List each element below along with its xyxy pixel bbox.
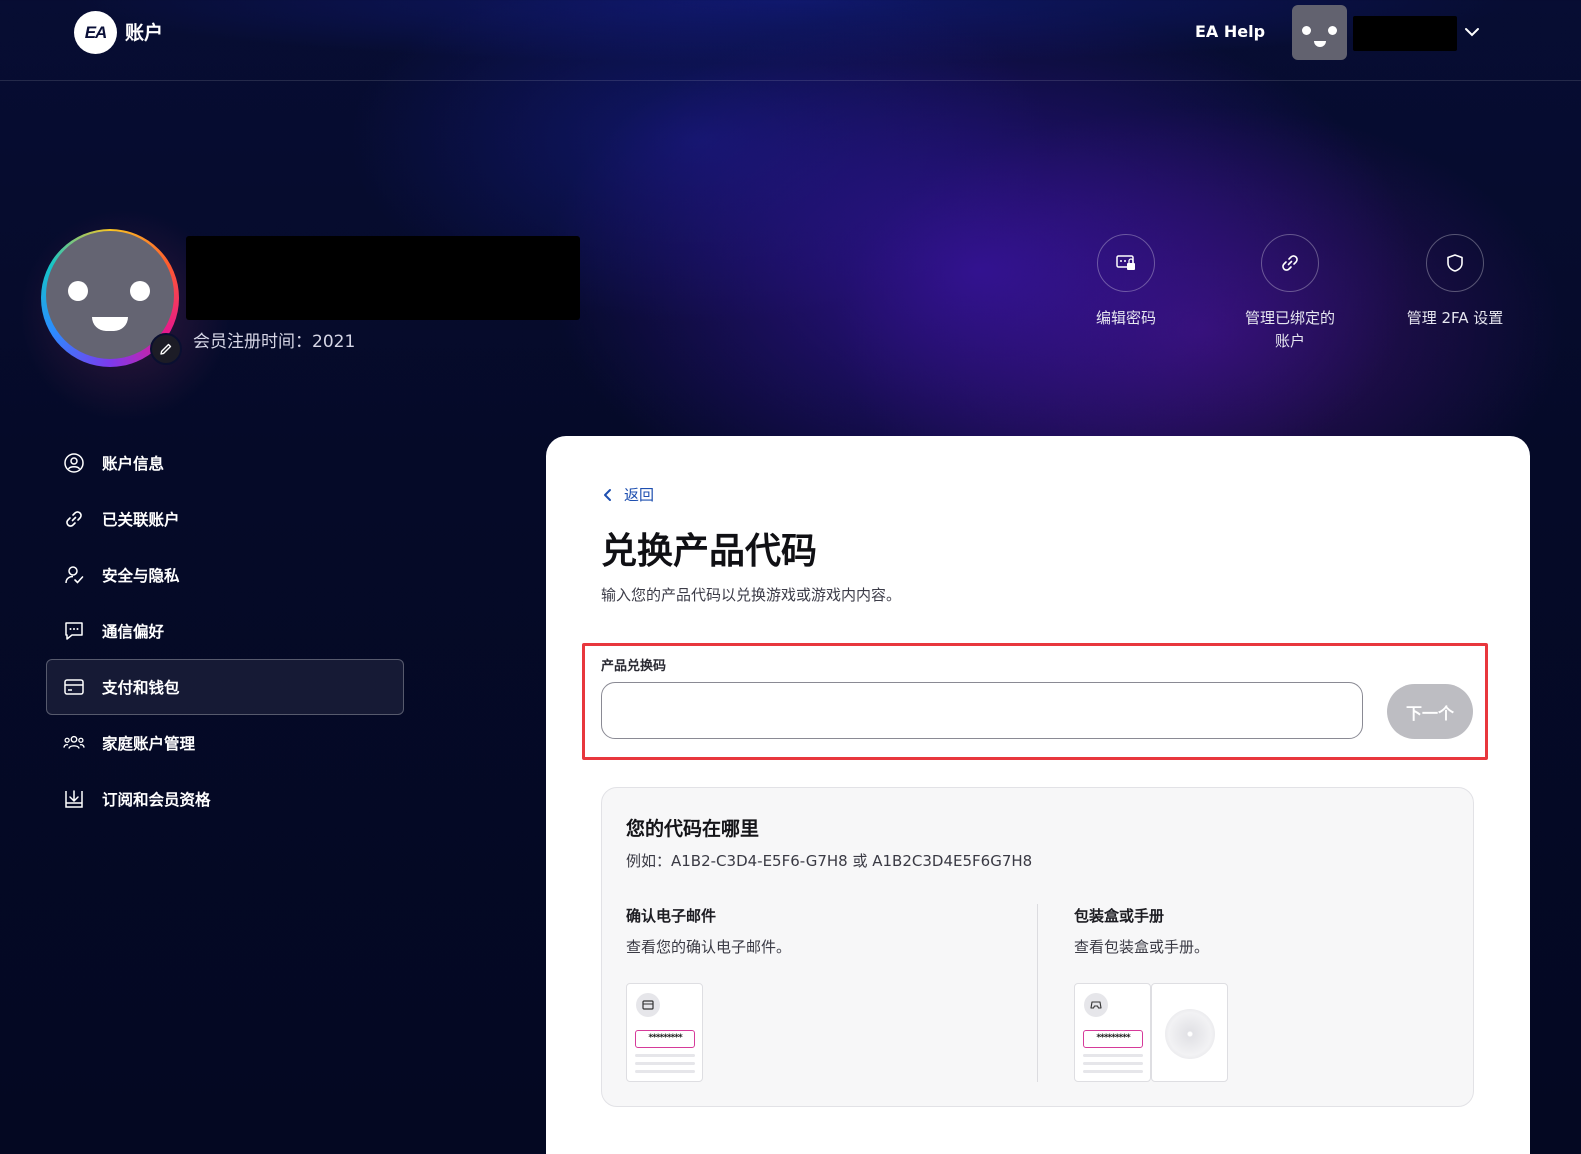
- sidebar-item-subscriptions[interactable]: 订阅和会员资格: [46, 771, 404, 827]
- redacted-profile-name: [186, 236, 580, 320]
- member-since: 会员注册时间：2021: [193, 332, 356, 352]
- chat-icon: [63, 620, 85, 642]
- sidebar-item-label: 安全与隐私: [102, 567, 180, 585]
- nav-avatar[interactable]: [1292, 5, 1347, 60]
- manage-linked-accounts-label: 管理已绑定的 账户: [1244, 309, 1335, 350]
- sidebar-item-label: 账户信息: [102, 455, 165, 473]
- disc-icon: [1165, 1009, 1215, 1059]
- sidebar-nav: 账户信息 已关联账户 安全与隐私 通信偏好 支付和钱包 家庭账户管理 订阅和会员…: [46, 435, 404, 827]
- security-icon: [63, 564, 85, 586]
- page-description: 输入您的产品代码以兑换游戏或游戏内内容。: [601, 586, 902, 604]
- info-title: 您的代码在哪里: [626, 818, 760, 840]
- sidebar-item-account-info[interactable]: 账户信息: [46, 435, 404, 491]
- wallet-icon: [63, 676, 85, 698]
- edit-password-label: 编辑密码: [1095, 309, 1156, 327]
- sidebar-item-security[interactable]: 安全与隐私: [46, 547, 404, 603]
- link-icon: [1261, 234, 1319, 292]
- shield-icon: [1426, 234, 1484, 292]
- redacted-username: [1353, 16, 1457, 51]
- ea-help-link[interactable]: EA Help: [1195, 22, 1265, 41]
- sidebar-item-communication[interactable]: 通信偏好: [46, 603, 404, 659]
- edit-avatar-button[interactable]: [150, 333, 182, 365]
- manage-2fa-action[interactable]: 管理 2FA 设置: [1385, 234, 1525, 330]
- password-icon: [1097, 234, 1155, 292]
- sidebar-item-label: 已关联账户: [102, 511, 180, 529]
- box-manual-title: 包装盒或手册: [1074, 907, 1165, 925]
- disc-illustration: [1151, 983, 1228, 1082]
- sidebar-item-label: 通信偏好: [102, 623, 165, 641]
- user-circle-icon: [63, 452, 85, 474]
- pencil-icon: [160, 343, 172, 355]
- box-illustration: *********: [1074, 983, 1151, 1082]
- product-code-input[interactable]: [601, 682, 1363, 739]
- text-line: [635, 1062, 695, 1065]
- manage-linked-accounts-action[interactable]: 管理已绑定的 账户: [1220, 234, 1360, 353]
- sidebar-item-label: 订阅和会员资格: [102, 791, 211, 809]
- family-icon: [63, 732, 85, 754]
- next-button[interactable]: 下一个: [1387, 684, 1473, 739]
- masked-code: *********: [635, 1030, 695, 1048]
- manage-2fa-label: 管理 2FA 设置: [1406, 309, 1504, 327]
- sidebar-item-family[interactable]: 家庭账户管理: [46, 715, 404, 771]
- download-box-icon: [63, 788, 85, 810]
- sidebar-item-label: 家庭账户管理: [102, 735, 196, 753]
- redeem-card: 返回 兑换产品代码 输入您的产品代码以兑换游戏或游戏内内容。 产品兑换码 下一个…: [546, 436, 1530, 1154]
- sidebar-item-linked-accounts[interactable]: 已关联账户: [46, 491, 404, 547]
- email-illustration: *********: [626, 983, 703, 1082]
- top-nav: EA 账户 EA Help: [0, 0, 1581, 81]
- brand-title: 账户: [125, 22, 164, 44]
- email-description: 查看您的确认电子邮件。: [626, 938, 792, 956]
- code-location-info: 您的代码在哪里 例如：A1B2-C3D4-E5F6-G7H8 或 A1B2C3D…: [601, 787, 1474, 1107]
- masked-code: *********: [1083, 1030, 1143, 1048]
- chevron-down-icon[interactable]: [1462, 20, 1482, 44]
- column-divider: [1037, 904, 1038, 1082]
- back-label: 返回: [624, 486, 655, 504]
- text-line: [1083, 1062, 1143, 1065]
- back-link[interactable]: 返回: [602, 484, 654, 505]
- text-line: [635, 1054, 695, 1057]
- text-line: [1083, 1054, 1143, 1057]
- box-manual-description: 查看包装盒或手册。: [1074, 938, 1210, 956]
- page-title: 兑换产品代码: [601, 531, 818, 572]
- ea-logo[interactable]: EA: [74, 11, 117, 54]
- code-field-label: 产品兑换码: [601, 659, 667, 674]
- text-line: [635, 1070, 695, 1073]
- code-example: 例如：A1B2-C3D4-E5F6-G7H8 或 A1B2C3D4E5F6G7H…: [626, 852, 1033, 870]
- gamepad-icon: [1084, 993, 1108, 1017]
- chevron-left-icon: [604, 488, 611, 501]
- text-line: [1083, 1070, 1143, 1073]
- mail-icon: [636, 993, 660, 1017]
- email-title: 确认电子邮件: [626, 907, 717, 925]
- sidebar-item-label: 支付和钱包: [102, 679, 180, 697]
- link-icon: [63, 508, 85, 530]
- sidebar-item-payment-wallet[interactable]: 支付和钱包: [46, 659, 404, 715]
- edit-password-action[interactable]: 编辑密码: [1056, 234, 1196, 330]
